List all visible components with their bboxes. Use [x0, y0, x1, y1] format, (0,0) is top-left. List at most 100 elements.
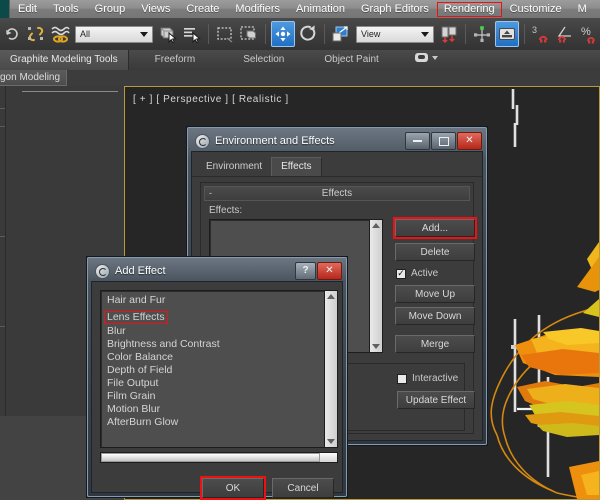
update-effect-button[interactable]: Update Effect: [397, 391, 475, 409]
select-and-link-icon[interactable]: [25, 22, 47, 46]
max-application-window: Edit Tools Group Views Create Modifiers …: [0, 0, 600, 500]
select-and-move-icon[interactable]: [271, 21, 295, 47]
close-icon[interactable]: ✕: [457, 132, 482, 150]
ribbon-tab-freeform[interactable]: Freeform: [129, 50, 222, 70]
toolbar-separator: [524, 24, 525, 44]
ribbon-tab-graphite-modeling-tools[interactable]: Graphite Modeling Tools: [0, 50, 129, 70]
angle-snap-toggle-icon[interactable]: [554, 22, 576, 46]
ribbon-overflow-dropdown[interactable]: [415, 53, 438, 62]
select-and-rotate-icon[interactable]: [297, 22, 319, 46]
ok-button[interactable]: OK: [200, 476, 266, 500]
menu-item-group[interactable]: Group: [87, 0, 134, 18]
add-effect-dialog[interactable]: Add Effect ? ✕ Hair and Fur Lens Effects…: [86, 256, 348, 500]
list-item[interactable]: AfterBurn Glow: [104, 416, 323, 429]
selection-filter-combo[interactable]: All: [75, 25, 153, 43]
rectangular-selection-region-icon[interactable]: [214, 22, 236, 46]
add-effect-body: Hair and Fur Lens Effects Blur Brightnes…: [91, 281, 343, 500]
effect-type-listbox[interactable]: Hair and Fur Lens Effects Blur Brightnes…: [100, 290, 338, 448]
effects-list-label: Effects:: [209, 205, 243, 216]
chevron-down-icon: [421, 31, 429, 37]
app-logo-icon: [0, 0, 10, 18]
list-item[interactable]: Brightness and Contrast: [104, 338, 323, 351]
graphite-ribbon: Graphite Modeling Tools Freeform Selecti…: [0, 50, 600, 87]
menu-item-graph-editors[interactable]: Graph Editors: [353, 0, 437, 18]
delete-effect-button[interactable]: Delete: [395, 243, 475, 261]
scroll-up-icon[interactable]: [327, 294, 335, 299]
ribbon-panel-row: ygon Modeling: [0, 70, 600, 87]
add-effect-titlebar[interactable]: Add Effect ? ✕: [91, 261, 343, 281]
dialog-titlebar[interactable]: Environment and Effects ✕: [191, 131, 483, 151]
scroll-up-icon[interactable]: [372, 223, 380, 228]
list-item[interactable]: Motion Blur: [104, 403, 323, 416]
help-icon[interactable]: ?: [295, 262, 316, 280]
active-checkbox-row[interactable]: ✓ Active: [396, 268, 438, 279]
menu-item-modifiers[interactable]: Modifiers: [227, 0, 288, 18]
ribbon-tab-object-paint[interactable]: Object Paint: [306, 50, 396, 70]
ribbon-dropdown-icon: [415, 53, 428, 62]
window-crossing-toggle-icon[interactable]: [238, 22, 260, 46]
effects-rollout-header[interactable]: - Effects: [204, 186, 470, 201]
active-checkbox-label: Active: [411, 268, 439, 279]
menu-item-rendering[interactable]: Rendering: [436, 1, 502, 17]
svg-text:3: 3: [532, 25, 537, 35]
toolbar-separator: [465, 24, 466, 44]
list-item[interactable]: File Output: [104, 377, 323, 390]
undo-icon[interactable]: [1, 22, 23, 46]
maximize-icon[interactable]: [431, 132, 456, 150]
scroll-down-icon[interactable]: [372, 344, 380, 349]
effect-type-listbox-scrollbar[interactable]: [324, 291, 337, 447]
move-up-button[interactable]: Move Up: [395, 285, 475, 303]
horizontal-scrollbar-thumb[interactable]: [101, 453, 321, 462]
snaps-toggle-icon[interactable]: [495, 21, 519, 47]
horizontal-scrollbar[interactable]: [100, 452, 338, 463]
select-and-scale-icon[interactable]: [330, 22, 352, 46]
percent-snap-toggle-icon[interactable]: %: [578, 22, 600, 46]
rollout-collapse-icon[interactable]: -: [209, 189, 212, 198]
ribbon-panel-polygon-modeling[interactable]: ygon Modeling: [0, 70, 68, 86]
window-buttons: ✕: [405, 132, 482, 150]
list-item[interactable]: Hair and Fur: [104, 294, 323, 307]
minimize-icon[interactable]: [405, 132, 430, 150]
select-object-icon[interactable]: [157, 22, 179, 46]
menu-item-animation[interactable]: Animation: [288, 0, 353, 18]
tab-environment[interactable]: Environment: [197, 158, 272, 176]
menu-item-edit[interactable]: Edit: [10, 0, 45, 18]
scroll-down-icon[interactable]: [327, 439, 335, 444]
effect-type-list: Hair and Fur Lens Effects Blur Brightnes…: [104, 294, 323, 429]
tab-effects[interactable]: Effects: [271, 157, 322, 176]
add-effect-title: Add Effect: [115, 265, 166, 277]
close-icon[interactable]: ✕: [317, 262, 342, 280]
menu-item-tools[interactable]: Tools: [45, 0, 87, 18]
list-item[interactable]: Depth of Field: [104, 364, 323, 377]
reference-coordinate-system-combo[interactable]: View: [356, 25, 434, 43]
list-item[interactable]: Blur: [104, 325, 323, 338]
list-item[interactable]: Film Grain: [104, 390, 323, 403]
svg-text:%: %: [581, 26, 591, 38]
merge-button[interactable]: Merge: [395, 335, 475, 353]
menu-item-create[interactable]: Create: [178, 0, 227, 18]
list-item[interactable]: Color Balance: [104, 351, 323, 364]
ribbon-tab-selection[interactable]: Selection: [221, 50, 306, 70]
use-pivot-point-center-icon[interactable]: [438, 22, 460, 46]
add-effect-button[interactable]: Add...: [393, 217, 477, 239]
cancel-button[interactable]: Cancel: [272, 478, 334, 498]
effects-listbox-scrollbar[interactable]: [369, 220, 382, 352]
menu-item-views[interactable]: Views: [133, 0, 178, 18]
bind-to-space-warp-icon[interactable]: [49, 22, 71, 46]
interactive-checkbox-row[interactable]: Interactive: [397, 373, 458, 384]
menu-item-customize[interactable]: Customize: [502, 0, 570, 18]
manipulate-icon[interactable]: [471, 22, 493, 46]
ribbon-tab-strip: Graphite Modeling Tools Freeform Selecti…: [0, 50, 600, 71]
interactive-checkbox[interactable]: [397, 373, 407, 384]
active-checkbox[interactable]: ✓: [396, 268, 406, 279]
menu-item-maxscript[interactable]: M: [570, 0, 595, 18]
tab-underline: [192, 176, 482, 177]
move-down-button[interactable]: Move Down: [395, 307, 475, 325]
list-item-selected[interactable]: Lens Effects: [104, 311, 168, 324]
toolbar-separator: [324, 24, 325, 44]
interactive-checkbox-label: Interactive: [412, 373, 459, 384]
chevron-down-icon: [432, 55, 438, 60]
viewport-label: [ + ] [ Perspective ] [ Realistic ]: [133, 94, 289, 105]
select-by-name-icon[interactable]: [181, 22, 203, 46]
toolbar-separator: [208, 24, 209, 44]
